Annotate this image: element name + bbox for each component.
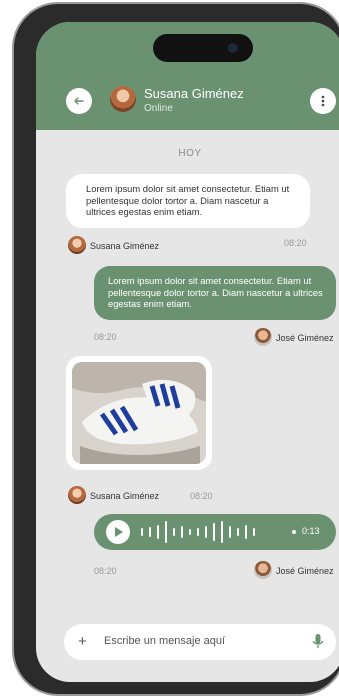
sender-avatar [68,236,86,254]
sneakers-photo [72,362,206,464]
more-vertical-icon [321,95,325,107]
voice-message[interactable]: 0:13 [94,514,336,550]
message-time: 08:20 [94,566,117,576]
message-input[interactable]: Escribe un mensaje aquí [104,635,225,647]
arrow-left-icon [74,97,84,105]
sender-name: Susana Giménez [90,491,160,501]
back-button[interactable] [66,88,92,114]
microphone-button[interactable] [312,633,324,656]
sender-avatar [254,328,272,346]
contact-name: Susana Giménez [144,86,244,101]
sender-name: José Giménez [276,333,334,343]
audio-duration: 0:13 [302,526,320,536]
message-time: 08:20 [284,238,307,248]
play-button[interactable] [106,520,130,544]
contact-status: Online [144,103,173,114]
dynamic-island [153,34,253,62]
waveform [141,521,255,543]
sender-name: Susana Giménez [90,241,160,251]
image-message[interactable] [66,356,212,470]
message-time: 08:20 [94,332,117,342]
day-separator: HOY [178,148,202,159]
sender-avatar [68,486,86,504]
playback-dot [292,530,296,534]
sender-name: José Giménez [276,566,334,576]
microphone-icon [312,634,324,648]
camera-icon [228,43,238,53]
incoming-message[interactable]: Lorem ipsum dolor sit amet consectetur. … [66,174,310,228]
add-attachment-button[interactable]: + [78,633,87,650]
chat-screen: Susana Giménez Online HOY Lorem ipsum do… [36,22,339,682]
message-composer: + Escribe un mensaje aquí [64,624,336,660]
outgoing-message[interactable]: Lorem ipsum dolor sit amet consectetur. … [94,266,336,320]
play-icon [115,527,123,537]
phone-frame: Susana Giménez Online HOY Lorem ipsum do… [14,4,339,694]
more-options-button[interactable] [310,88,336,114]
sender-avatar [254,561,272,579]
message-time: 08:20 [190,491,213,501]
contact-avatar[interactable] [110,86,136,112]
